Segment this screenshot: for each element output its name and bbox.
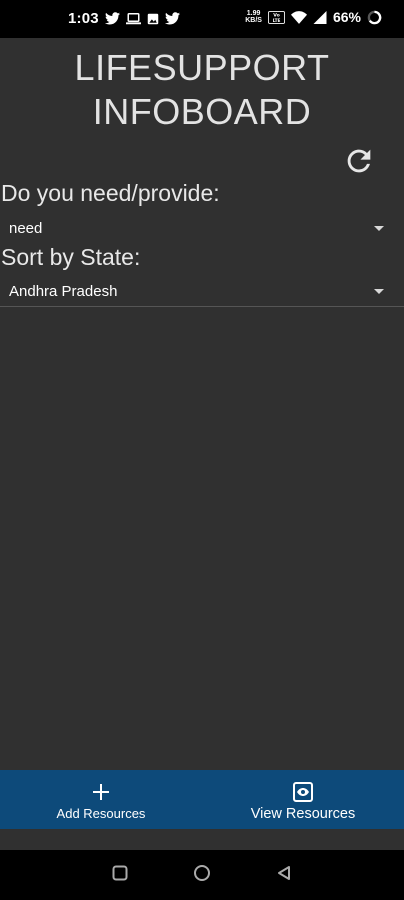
bottom-navigation: Add Resources View Resources [0, 770, 404, 829]
need-provide-value: need [9, 219, 43, 237]
title-line-2: INFOBOARD [92, 91, 312, 132]
speed-value: 1.99 [246, 10, 261, 17]
need-provide-label: Do you need/provide: [1, 180, 220, 206]
status-time: 1:03 [68, 10, 99, 27]
dropdown-arrow-icon [374, 225, 384, 231]
wifi-icon [290, 10, 307, 24]
circle-icon [193, 864, 211, 887]
status-right: 1.99 KB/S Vo LTE 66% [245, 9, 382, 25]
state-value: Andhra Pradesh [9, 282, 118, 300]
eye-icon [293, 782, 313, 802]
add-resources-label: Add Resources [56, 806, 146, 821]
view-resources-label: View Resources [250, 806, 356, 822]
twitter-icon [164, 12, 180, 25]
back-triangle-icon [276, 865, 292, 886]
home-button[interactable] [192, 864, 212, 887]
speed-unit: KB/S [245, 17, 262, 24]
app-title: LIFESUPPORT INFOBOARD [0, 46, 404, 134]
nav-gap [0, 829, 404, 850]
volte-icon: Vo LTE [267, 10, 285, 24]
battery-percent: 66% [332, 9, 361, 25]
signal-icon [313, 10, 327, 24]
refresh-icon [342, 144, 376, 183]
plus-icon [92, 782, 110, 802]
network-speed: 1.99 KB/S [245, 10, 262, 24]
back-button[interactable] [274, 865, 294, 885]
battery-ring-icon [367, 10, 382, 25]
status-left: 1:03 [68, 10, 180, 27]
state-dropdown[interactable]: Andhra Pradesh [0, 276, 404, 306]
state-divider [0, 306, 404, 307]
title-line-1: LIFESUPPORT [74, 47, 330, 88]
refresh-button[interactable] [339, 143, 379, 183]
laptop-icon [125, 12, 141, 25]
system-navigation-bar [0, 850, 404, 900]
svg-text:LTE: LTE [273, 17, 281, 23]
add-resources-tab[interactable]: Add Resources [0, 770, 202, 829]
recents-button[interactable] [110, 865, 130, 885]
svg-text:Vo: Vo [273, 12, 280, 18]
square-icon [112, 865, 128, 886]
dropdown-arrow-icon [374, 288, 384, 294]
view-resources-tab[interactable]: View Resources [202, 770, 404, 829]
sort-by-state-label: Sort by State: [1, 244, 141, 270]
image-icon [147, 13, 159, 25]
status-bar: 1:03 1.99 KB/S Vo LTE 66% [0, 0, 404, 38]
need-provide-dropdown[interactable]: need [0, 213, 404, 243]
twitter-icon [104, 12, 120, 25]
